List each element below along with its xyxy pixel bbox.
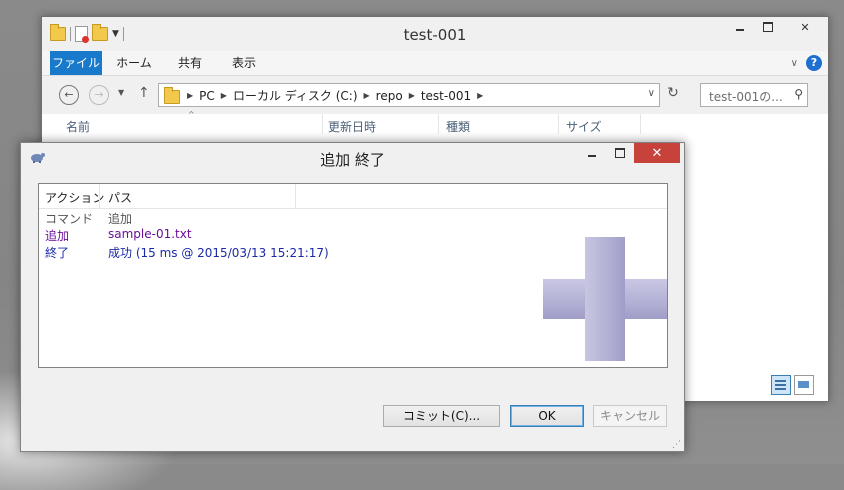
cancel-button[interactable]: キャンセル	[593, 405, 667, 427]
tab-home[interactable]: ホーム	[112, 51, 156, 75]
column-size[interactable]: サイズ	[562, 118, 602, 135]
folder-icon	[164, 87, 180, 104]
row-path: 追加	[108, 212, 133, 226]
file-list-header: ^ 名前 更新日時 種類 サイズ	[42, 110, 828, 136]
tab-view[interactable]: 表示	[224, 51, 264, 75]
tab-share[interactable]: 共有	[170, 51, 210, 75]
list-item[interactable]: コマンド 追加	[39, 210, 667, 227]
breadcrumb-separator-icon[interactable]: ▶	[187, 91, 193, 100]
list-item[interactable]: 追加 sample-01.txt	[39, 227, 667, 244]
breadcrumb-item-local-disk[interactable]: ローカル ディスク (C:)	[233, 87, 358, 104]
expand-ribbon-icon[interactable]: ∨	[791, 58, 798, 69]
maximize-button[interactable]	[606, 143, 634, 163]
recent-locations-icon[interactable]: ▼	[118, 88, 124, 97]
sort-indicator-icon: ^	[188, 110, 195, 119]
dialog-window-controls: ✕	[578, 143, 680, 163]
add-finished-dialog: 追加 終了 ✕ アクション パス コマンド 追加 追加 sample-01.tx…	[20, 142, 685, 452]
window-title: test-001	[403, 26, 467, 44]
list-item[interactable]: 終了 成功 (15 ms @ 2015/03/13 15:21:17)	[39, 244, 667, 261]
column-name[interactable]: 名前	[62, 118, 90, 135]
breadcrumb-separator-icon[interactable]: ▶	[364, 91, 370, 100]
close-icon: ✕	[651, 145, 663, 161]
navigation-bar: ← → ▼ ↑ ▶ PC ▶ ローカル ディスク (C:) ▶ repo ▶ t…	[42, 76, 828, 114]
breadcrumb-item-repo[interactable]: repo	[376, 89, 403, 103]
column-path[interactable]: パス	[108, 189, 132, 206]
column-action[interactable]: アクション	[45, 189, 104, 206]
close-button[interactable]: ✕	[782, 17, 828, 37]
column-divider[interactable]	[558, 114, 559, 134]
column-divider[interactable]	[99, 184, 100, 208]
refresh-button[interactable]: ↻	[663, 85, 683, 105]
column-divider[interactable]	[322, 114, 323, 134]
address-bar[interactable]: ▶ PC ▶ ローカル ディスク (C:) ▶ repo ▶ test-001 …	[158, 83, 660, 107]
breadcrumb-item-test-001[interactable]: test-001	[421, 89, 471, 103]
breadcrumb-separator-icon[interactable]: ▶	[221, 91, 227, 100]
column-type[interactable]: 種類	[442, 118, 470, 135]
minimize-button[interactable]	[726, 17, 754, 37]
details-view-icon[interactable]	[771, 375, 791, 395]
minimize-icon	[736, 29, 744, 31]
large-icons-view-icon[interactable]	[794, 375, 814, 395]
result-list-header: アクション パス	[39, 184, 667, 209]
maximize-icon	[615, 148, 625, 158]
search-placeholder: test-001の...	[709, 90, 783, 104]
address-dropdown-icon[interactable]: ∨	[648, 88, 655, 99]
explorer-titlebar: ▼ test-001 ✕	[42, 17, 828, 51]
tab-file[interactable]: ファイル	[50, 51, 102, 75]
ribbon-controls: ∨ ?	[791, 55, 822, 71]
column-date-modified[interactable]: 更新日時	[324, 118, 376, 135]
search-input[interactable]: test-001の... ⚲	[700, 83, 808, 107]
forward-button[interactable]: →	[89, 85, 109, 105]
result-list[interactable]: アクション パス コマンド 追加 追加 sample-01.txt 終了 成功 …	[38, 183, 668, 368]
resize-grip-icon[interactable]: ⋰	[672, 441, 681, 450]
maximize-icon	[763, 22, 773, 32]
breadcrumb: ▶ PC ▶ ローカル ディスク (C:) ▶ repo ▶ test-001 …	[187, 87, 483, 104]
back-button[interactable]: ←	[59, 85, 79, 105]
column-divider[interactable]	[438, 114, 439, 134]
close-button[interactable]: ✕	[634, 143, 680, 163]
help-icon[interactable]: ?	[806, 55, 822, 71]
row-action: コマンド	[45, 212, 94, 226]
up-button[interactable]: ↑	[138, 85, 150, 101]
row-action: 追加	[45, 229, 70, 243]
commit-button[interactable]: コミット(C)...	[383, 405, 500, 427]
window-controls: ✕	[726, 17, 828, 37]
breadcrumb-item-pc[interactable]: PC	[199, 89, 215, 103]
breadcrumb-separator-icon[interactable]: ▶	[477, 91, 483, 100]
row-path: 成功 (15 ms @ 2015/03/13 15:21:17)	[108, 246, 329, 260]
breadcrumb-separator-icon[interactable]: ▶	[409, 91, 415, 100]
minimize-icon	[588, 155, 596, 157]
column-divider[interactable]	[295, 184, 296, 208]
search-icon[interactable]: ⚲	[794, 87, 803, 101]
minimize-button[interactable]	[578, 143, 606, 163]
view-switcher	[771, 375, 814, 395]
ribbon: ファイル ホーム 共有 表示 ∨ ?	[42, 51, 828, 76]
row-path: sample-01.txt	[108, 227, 192, 241]
maximize-button[interactable]	[754, 17, 782, 37]
row-action: 終了	[45, 246, 70, 260]
column-divider[interactable]	[640, 114, 641, 134]
close-icon: ✕	[800, 20, 810, 34]
ok-button[interactable]: OK	[510, 405, 584, 427]
